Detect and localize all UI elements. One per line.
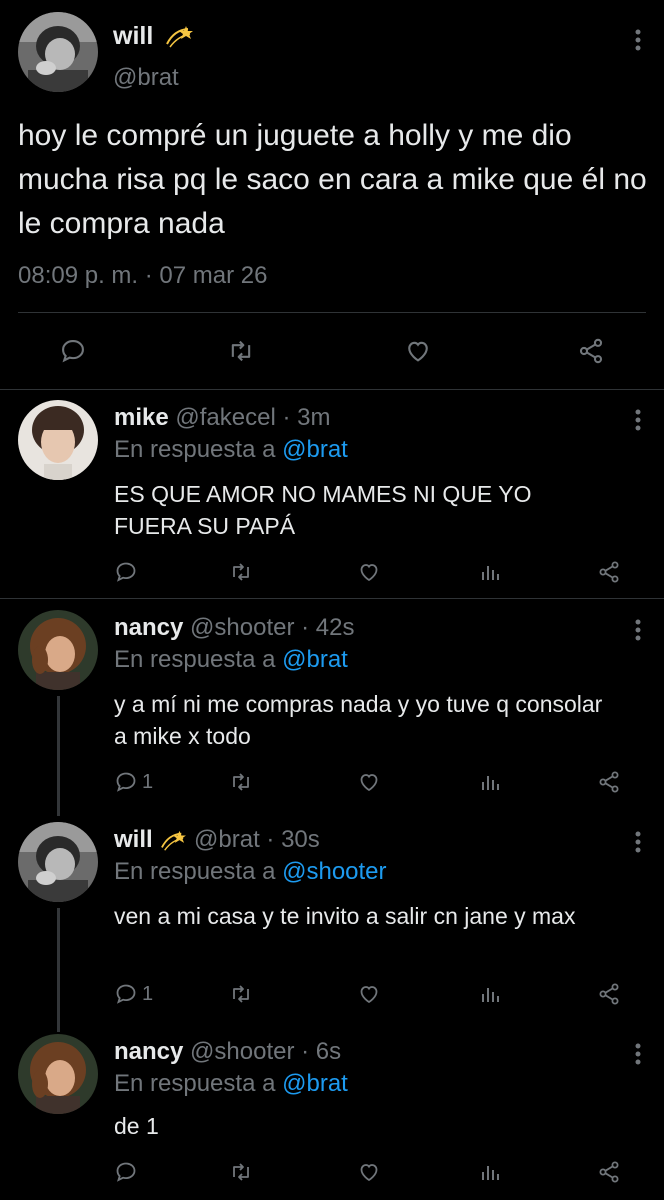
handle[interactable]: @brat [113,64,179,92]
analytics-icon[interactable] [478,1152,502,1192]
tweet-text: hoy le compré un juguete a holly y me di… [18,119,647,240]
mention-link[interactable]: @brat [282,1070,348,1097]
dizzy-star-icon [159,829,187,853]
reply-header: nancy @shooter · 42s [114,614,355,642]
reply-tweet: mike @fakecel · 3m En respuesta a @brat … [0,390,664,598]
reply-text: de 1 [114,1113,159,1139]
avatar[interactable] [18,1034,98,1114]
in-reply-to: En respuesta a @shooter [114,858,387,885]
more-options-icon[interactable] [634,1042,642,1066]
reply-time[interactable]: · 6s [301,1038,341,1065]
handle[interactable]: @fakecel [175,404,275,431]
retweet-icon[interactable] [218,328,264,374]
reply-actions [100,552,640,592]
reply-icon[interactable] [114,552,142,592]
handle[interactable]: @shooter [190,614,294,641]
avatar[interactable] [18,822,98,902]
reply-tweet: nancy @shooter · 6s En respuesta a @brat… [0,1024,664,1200]
reply-header: nancy @shooter · 6s [114,1038,341,1066]
avatar[interactable] [18,12,98,92]
share-icon[interactable] [568,328,614,374]
retweet-icon[interactable] [228,974,254,1014]
reply-header: mike @fakecel · 3m [114,404,330,432]
share-icon[interactable] [596,762,622,802]
avatar[interactable] [18,400,98,480]
reply-text: ven a mi casa y te invito a salir cn jan… [114,903,576,929]
share-icon[interactable] [596,974,622,1014]
in-reply-to: En respuesta a @brat [114,436,348,463]
more-options-icon[interactable] [634,830,642,854]
handle[interactable]: @shooter [190,1038,294,1065]
reply-tweet: will @brat · 30s En respuesta a @shooter… [0,812,664,1024]
analytics-icon[interactable] [478,552,502,592]
reply-actions: 1 [100,974,640,1014]
retweet-icon[interactable] [228,762,254,802]
retweet-icon[interactable] [228,1152,254,1192]
analytics-icon[interactable] [478,762,502,802]
reply-icon[interactable]: 1 [114,974,153,1014]
in-reply-to: En respuesta a @brat [114,646,348,673]
tweet-actions [0,328,664,374]
handle[interactable]: @brat [194,826,260,853]
display-name[interactable]: nancy [114,1038,183,1065]
reply-count: 1 [142,770,154,793]
reply-icon[interactable]: 1 [114,762,153,802]
reply-time[interactable]: · 3m [282,404,330,431]
heart-icon[interactable] [395,328,441,374]
reply-tweet: nancy @shooter · 42s En respuesta a @bra… [0,600,664,812]
reply-text: ES QUE AMOR NO MAMES NI QUE YO FUERA SU … [114,481,532,539]
reply-icon[interactable] [114,1152,142,1192]
reply-actions: 1 [100,762,640,802]
reply-time[interactable]: · 30s [266,826,319,853]
display-name[interactable]: mike [114,404,169,431]
mention-link[interactable]: @brat [282,436,348,463]
reply-actions [100,1152,640,1192]
mention-link[interactable]: @brat [282,646,348,673]
tweet-thread: will @brat hoy le compré un juguete a ho… [0,0,664,1200]
share-icon[interactable] [596,552,622,592]
heart-icon[interactable] [356,1152,382,1192]
analytics-icon[interactable] [478,974,502,1014]
timestamp[interactable]: 08:09 p. m. · 07 mar 26 [18,262,267,290]
heart-icon[interactable] [356,762,382,802]
reply-text: y a mí ni me compras nada y yo tuve q co… [114,691,603,749]
display-name[interactable]: will [114,826,153,853]
retweet-icon[interactable] [228,552,254,592]
heart-icon[interactable] [356,552,382,592]
divider [0,598,664,599]
dizzy-star-icon [164,24,194,50]
display-name[interactable]: nancy [114,614,183,641]
reply-header: will @brat · 30s [114,826,320,854]
avatar[interactable] [18,610,98,690]
display-name[interactable]: will [113,22,194,51]
more-options-icon[interactable] [634,28,642,52]
more-options-icon[interactable] [634,618,642,642]
divider [18,312,646,313]
share-icon[interactable] [596,1152,622,1192]
in-reply-to: En respuesta a @brat [114,1070,348,1097]
more-options-icon[interactable] [634,408,642,432]
reply-time[interactable]: · 42s [301,614,354,641]
heart-icon[interactable] [356,974,382,1014]
reply-icon[interactable] [50,328,96,374]
reply-count: 1 [142,982,154,1005]
main-tweet: will @brat hoy le compré un juguete a ho… [0,0,664,390]
mention-link[interactable]: @shooter [282,858,386,885]
